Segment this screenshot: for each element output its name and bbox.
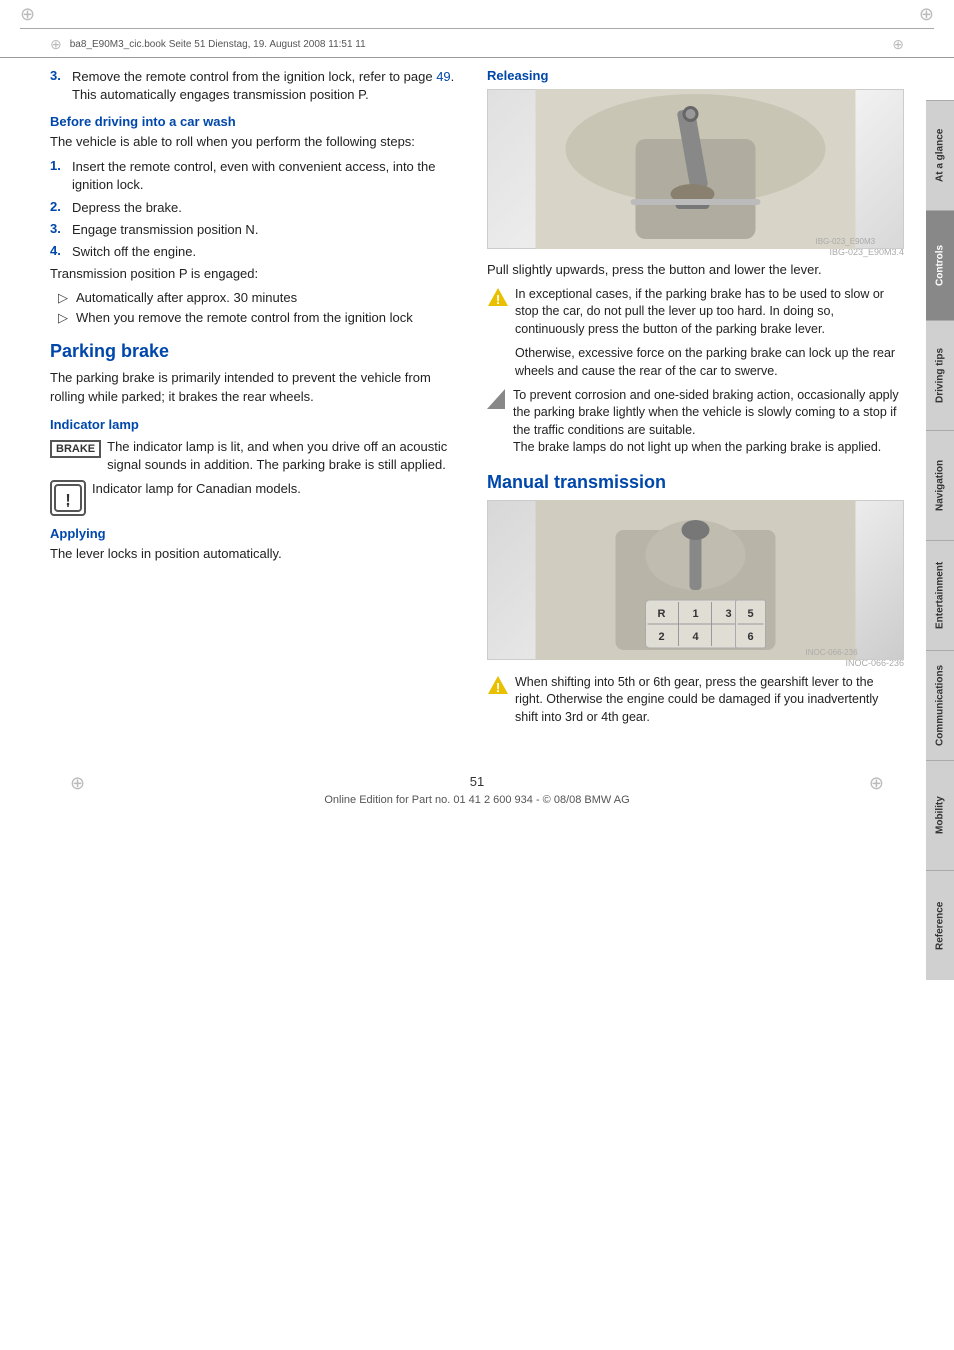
bottom-left-crosshair: ⊕ bbox=[70, 774, 85, 792]
canadian-text: Indicator lamp for Canadian models. bbox=[92, 480, 467, 498]
step-3-link[interactable]: 49 bbox=[436, 69, 450, 84]
svg-text:5: 5 bbox=[747, 608, 753, 620]
sidebar-tab-communications[interactable]: Communications bbox=[926, 650, 954, 760]
transmission-engaged-text: Transmission position P is engaged: bbox=[50, 265, 467, 284]
header-crosshair-left: ⊕ bbox=[50, 37, 62, 51]
svg-text:IBG-023_E90M3: IBG-023_E90M3 bbox=[816, 237, 876, 246]
bullet-text-1: Automatically after approx. 30 minutes bbox=[76, 290, 297, 306]
top-crosshairs: ⊕ ⊕ bbox=[0, 0, 954, 28]
manual-warning-icon: ! bbox=[487, 674, 509, 727]
warning-icon-1: ! bbox=[487, 286, 509, 339]
sidebar-tabs: At a glance Controls Driving tips Naviga… bbox=[926, 100, 954, 980]
content-area: 3. Remove the remote control from the ig… bbox=[0, 58, 954, 732]
note-icon-1 bbox=[487, 389, 507, 457]
bullet-text-2: When you remove the remote control from … bbox=[76, 310, 413, 326]
sidebar-tab-mobility[interactable]: Mobility bbox=[926, 760, 954, 870]
brake-indicator-box: BRAKE The indicator lamp is lit, and whe… bbox=[50, 438, 467, 474]
header-crosshair-right: ⊕ bbox=[892, 37, 904, 51]
brake-label: BRAKE bbox=[50, 440, 101, 458]
carwash-step-3-num: 3. bbox=[50, 221, 66, 239]
indicator-lamp-heading: Indicator lamp bbox=[50, 417, 467, 432]
manual-transmission-heading: Manual transmission bbox=[487, 471, 904, 494]
canadian-icon: ! bbox=[50, 480, 86, 516]
top-left-crosshair: ⊕ bbox=[20, 5, 35, 23]
footer-text: Online Edition for Part no. 01 41 2 600 … bbox=[50, 794, 904, 806]
bottom-right-crosshair: ⊕ bbox=[869, 774, 884, 792]
manual-warning-text: When shifting into 5th or 6th gear, pres… bbox=[515, 674, 904, 727]
before-carwash-intro: The vehicle is able to roll when you per… bbox=[50, 133, 467, 152]
sidebar-tab-reference[interactable]: Reference bbox=[926, 870, 954, 980]
svg-text:6: 6 bbox=[747, 631, 753, 643]
carwash-step-2: 2. Depress the brake. bbox=[50, 199, 467, 217]
step-3-num: 3. bbox=[50, 68, 66, 104]
svg-text:1: 1 bbox=[692, 608, 698, 620]
bullet-arrow-2: ▷ bbox=[58, 310, 70, 326]
before-carwash-heading: Before driving into a car wash bbox=[50, 114, 467, 129]
carwash-step-1-num: 1. bbox=[50, 158, 66, 194]
left-column: 3. Remove the remote control from the ig… bbox=[50, 68, 467, 732]
step-3-item: 3. Remove the remote control from the ig… bbox=[50, 68, 467, 104]
manual-warning-box: ! When shifting into 5th or 6th gear, pr… bbox=[487, 674, 904, 727]
brake-text: The indicator lamp is lit, and when you … bbox=[107, 438, 467, 474]
sidebar-tab-entertainment[interactable]: Entertainment bbox=[926, 540, 954, 650]
warning-box-1: ! In exceptional cases, if the parking b… bbox=[487, 286, 904, 339]
canadian-indicator-box: ! Indicator lamp for Canadian models. bbox=[50, 480, 467, 516]
svg-text:!: ! bbox=[496, 292, 500, 307]
releasing-description: Pull slightly upwards, press the button … bbox=[487, 261, 904, 280]
step-3-text: Remove the remote control from the ignit… bbox=[72, 68, 467, 104]
note-text-1: To prevent corrosion and one-sided braki… bbox=[513, 387, 904, 457]
carwash-step-4-text: Switch off the engine. bbox=[72, 243, 467, 261]
svg-text:3: 3 bbox=[725, 608, 731, 620]
top-right-crosshair: ⊕ bbox=[919, 5, 934, 23]
carwash-step-3: 3. Engage transmission position N. bbox=[50, 221, 467, 239]
releasing-image: IBG-023_E90M3 bbox=[487, 89, 904, 249]
carwash-step-2-num: 2. bbox=[50, 199, 66, 217]
releasing-heading: Releasing bbox=[487, 68, 904, 83]
applying-text: The lever locks in position automaticall… bbox=[50, 545, 467, 564]
carwash-step-2-text: Depress the brake. bbox=[72, 199, 467, 217]
applying-heading: Applying bbox=[50, 526, 467, 541]
warning-text-1: In exceptional cases, if the parking bra… bbox=[515, 286, 904, 339]
svg-text:2: 2 bbox=[658, 631, 664, 643]
carwash-step-4: 4. Switch off the engine. bbox=[50, 243, 467, 261]
svg-text:!: ! bbox=[496, 680, 500, 695]
svg-text:INOC-066-236: INOC-066-236 bbox=[806, 648, 859, 657]
sidebar-tab-driving-tips[interactable]: Driving tips bbox=[926, 320, 954, 430]
carwash-step-4-num: 4. bbox=[50, 243, 66, 261]
parking-brake-heading: Parking brake bbox=[50, 340, 467, 363]
bullet-item-1: ▷ Automatically after approx. 30 minutes bbox=[50, 290, 467, 306]
carwash-step-1-text: Insert the remote control, even with con… bbox=[72, 158, 467, 194]
sidebar-tab-at-a-glance[interactable]: At a glance bbox=[926, 100, 954, 210]
sidebar-tab-controls[interactable]: Controls bbox=[926, 210, 954, 320]
warning-text-2: Otherwise, excessive force on the parkin… bbox=[487, 344, 904, 380]
parking-brake-intro: The parking brake is primarily intended … bbox=[50, 369, 467, 407]
sidebar-tab-navigation[interactable]: Navigation bbox=[926, 430, 954, 540]
page-footer: ⊕ 51 ⊕ Online Edition for Part no. 01 41… bbox=[0, 752, 954, 816]
gear-shift-image: R 1 3 2 4 5 6 INOC-066-236 bbox=[487, 500, 904, 660]
footer-page-num: 51 bbox=[470, 774, 484, 792]
svg-text:R: R bbox=[658, 608, 666, 620]
carwash-step-3-text: Engage transmission position N. bbox=[72, 221, 467, 239]
carwash-step-1: 1. Insert the remote control, even with … bbox=[50, 158, 467, 194]
bullet-arrow-1: ▷ bbox=[58, 290, 70, 306]
right-column: Releasing IBG-023_E90M3 bbox=[487, 68, 904, 732]
header-bar: ⊕ ba8_E90M3_cic.book Seite 51 Dienstag, … bbox=[0, 29, 954, 58]
svg-text:4: 4 bbox=[692, 631, 699, 643]
note-box-1: To prevent corrosion and one-sided braki… bbox=[487, 387, 904, 457]
bullet-item-2: ▷ When you remove the remote control fro… bbox=[50, 310, 467, 326]
header-filepath: ba8_E90M3_cic.book Seite 51 Dienstag, 19… bbox=[70, 39, 366, 50]
bottom-crosshairs: ⊕ 51 ⊕ bbox=[50, 772, 904, 794]
